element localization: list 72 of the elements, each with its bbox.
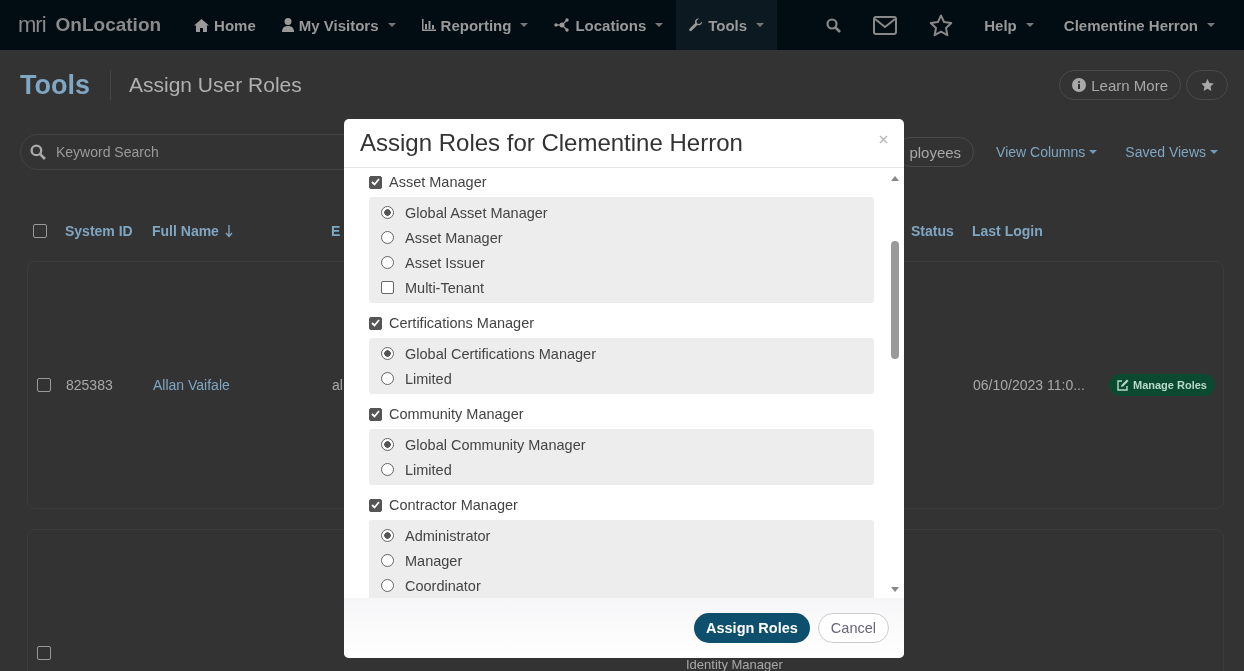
envelope-icon: [873, 15, 898, 35]
saved-views-dropdown[interactable]: Saved Views: [1119, 144, 1224, 160]
favorite-button[interactable]: [1186, 70, 1228, 100]
row-checkbox[interactable]: [37, 378, 51, 392]
role-checkbox[interactable]: Certifications Manager: [369, 314, 874, 332]
role-radio[interactable]: Global Community Manager: [381, 432, 862, 457]
logo: mri: [18, 12, 46, 38]
bar-chart-icon: [421, 19, 436, 31]
help-menu[interactable]: Help: [971, 0, 1047, 50]
checkmark-icon: [371, 410, 380, 418]
caret-icon: [1025, 23, 1034, 27]
user-menu[interactable]: Clementine Herron: [1050, 0, 1228, 50]
caret-icon: [1089, 150, 1098, 154]
column-header[interactable]: Status: [911, 223, 954, 239]
nav-item[interactable]: Home: [181, 0, 269, 50]
role-checkbox[interactable]: Asset Manager: [369, 173, 874, 191]
view-columns-dropdown[interactable]: View Columns: [990, 144, 1104, 160]
role-radio[interactable]: Administrator: [381, 523, 862, 548]
caret-icon: [756, 23, 765, 27]
role-radio[interactable]: Global Certifications Manager: [381, 341, 862, 366]
nav-item[interactable]: My Visitors: [268, 0, 409, 50]
role-radio[interactable]: Asset Issuer: [381, 250, 862, 275]
star-icon: [929, 13, 954, 37]
table-cell: 06/10/2023 11:0...: [973, 377, 1085, 393]
wrench-icon: [689, 18, 704, 32]
role-radio[interactable]: Asset Manager: [381, 225, 862, 250]
column-header[interactable]: E: [331, 223, 341, 239]
nav-item[interactable]: Locations: [541, 0, 677, 50]
cancel-button[interactable]: Cancel: [817, 613, 889, 643]
role-checkbox[interactable]: Community Manager: [369, 405, 874, 423]
checkmark-icon: [371, 178, 380, 186]
learn-more-button[interactable]: Learn More: [1059, 70, 1181, 100]
network-icon: [554, 18, 571, 32]
column-header[interactable]: System ID: [65, 223, 133, 239]
role-radio[interactable]: Limited: [381, 457, 862, 482]
role-radio[interactable]: Manager: [381, 548, 862, 573]
row-checkbox[interactable]: [37, 646, 51, 660]
star-icon: [1199, 78, 1215, 92]
edit-icon: [1117, 379, 1129, 391]
table-cell: Identity Manager: [686, 657, 783, 671]
search-icon: [30, 144, 46, 160]
search-icon: [826, 17, 842, 33]
nav-item[interactable]: Tools: [676, 0, 778, 50]
sort-down-icon: [224, 224, 233, 238]
role-radio[interactable]: Coordinator: [381, 573, 862, 598]
checkmark-icon: [371, 319, 380, 327]
caret-icon: [520, 23, 529, 27]
role-radio[interactable]: Limited: [381, 366, 862, 391]
select-all-checkbox[interactable]: [33, 224, 47, 238]
assign-roles-button[interactable]: Assign Roles: [694, 613, 810, 643]
page-title: Tools: [20, 69, 90, 101]
role-checkbox[interactable]: Contractor Manager: [369, 496, 874, 514]
nav-item[interactable]: Reporting: [408, 0, 542, 50]
caret-icon: [1210, 150, 1218, 154]
caret-icon: [655, 23, 664, 27]
caret-icon: [387, 23, 396, 27]
brand-name: OnLocation: [55, 14, 162, 36]
name-link[interactable]: Allan Vaifale: [153, 377, 230, 393]
info-icon: [1072, 78, 1087, 92]
column-header[interactable]: Last Login: [972, 223, 1043, 239]
table-cell: 825383: [66, 377, 113, 393]
checkmark-icon: [371, 501, 380, 509]
caret-icon: [1207, 23, 1215, 27]
page-subtitle: Assign User Roles: [129, 73, 302, 97]
table-cell: al: [332, 377, 343, 393]
home-icon: [194, 18, 210, 32]
option-checkbox[interactable]: Multi-Tenant: [381, 275, 862, 300]
role-radio[interactable]: Global Asset Manager: [381, 200, 862, 225]
user-icon: [281, 18, 294, 32]
column-header[interactable]: Full Name: [152, 223, 233, 239]
close-icon: [879, 135, 888, 144]
manage-roles-button[interactable]: Manage Roles: [1109, 374, 1215, 396]
